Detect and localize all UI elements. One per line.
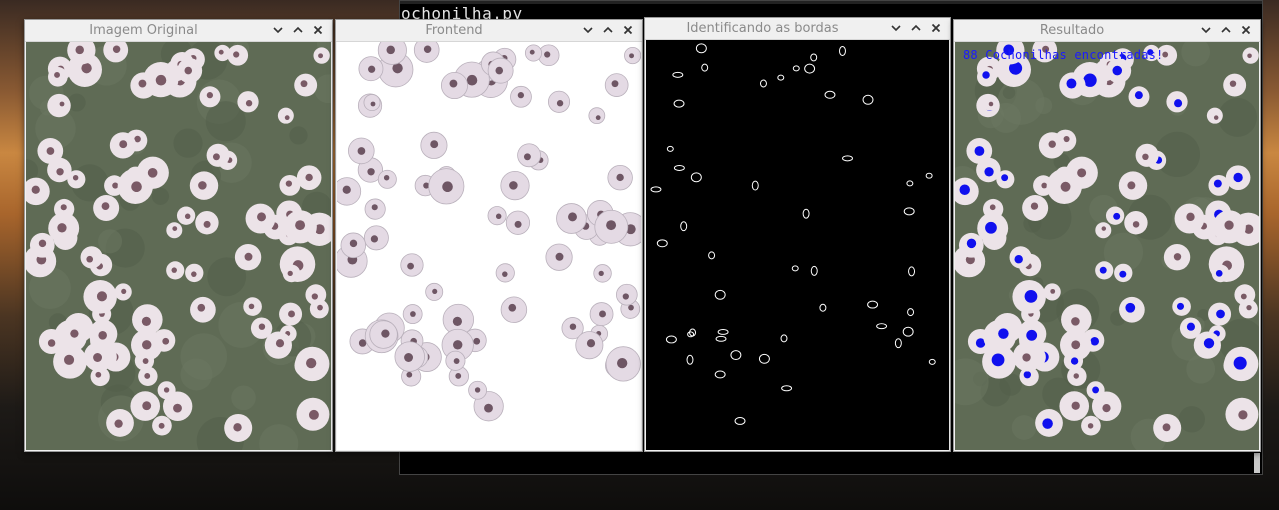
chevron-down-icon[interactable]: [270, 22, 286, 38]
original-image: [26, 42, 331, 450]
window-result[interactable]: Resultado 88 Cochonilhas encontradas!: [953, 19, 1261, 452]
chevron-up-icon[interactable]: [600, 22, 616, 38]
window-titlebar[interactable]: Imagem Original: [25, 20, 332, 42]
chevron-down-icon[interactable]: [580, 22, 596, 38]
chevron-down-icon[interactable]: [888, 20, 904, 36]
terminal-scrollbar[interactable]: [1254, 453, 1260, 473]
window-titlebar[interactable]: Identificando as bordas: [645, 18, 950, 40]
close-icon[interactable]: [620, 22, 636, 38]
close-icon[interactable]: [310, 22, 326, 38]
chevron-up-icon[interactable]: [908, 20, 924, 36]
close-icon[interactable]: [1238, 22, 1254, 38]
edges-image-canvas: [646, 40, 949, 450]
chevron-up-icon[interactable]: [1218, 22, 1234, 38]
terminal-top-strip: [400, 1, 1262, 4]
chevron-up-icon[interactable]: [290, 22, 306, 38]
window-titlebar[interactable]: Frontend: [336, 20, 642, 42]
window-frontend[interactable]: Frontend: [335, 19, 643, 452]
original-image-canvas: [26, 42, 331, 450]
window-original-image[interactable]: Imagem Original: [24, 19, 333, 452]
frontend-image-canvas: [337, 42, 641, 450]
window-title: Identificando as bordas: [686, 21, 839, 36]
result-count-label: 88 Cochonilhas encontradas!: [963, 48, 1164, 62]
window-title: Frontend: [425, 23, 483, 38]
window-title: Resultado: [1039, 23, 1105, 38]
window-title: Imagem Original: [89, 23, 198, 38]
chevron-down-icon[interactable]: [1198, 22, 1214, 38]
frontend-image: [337, 42, 641, 450]
edges-image: [650, 43, 936, 425]
result-image: [955, 42, 1259, 450]
window-titlebar[interactable]: Resultado: [954, 20, 1260, 42]
close-icon[interactable]: [928, 20, 944, 36]
window-edges[interactable]: Identificando as bordas: [644, 17, 951, 452]
result-image-canvas: 88 Cochonilhas encontradas!: [955, 42, 1259, 450]
